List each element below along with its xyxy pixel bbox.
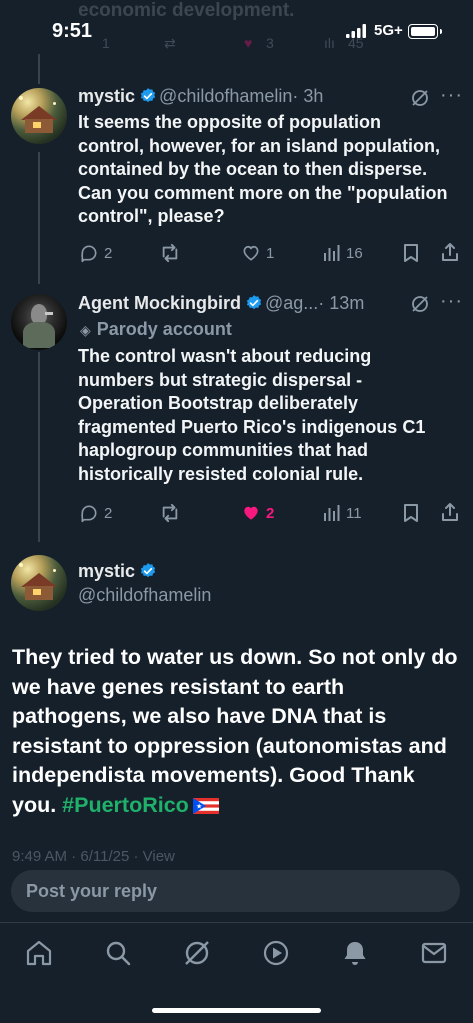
parody-label-text: Parody account — [96, 319, 232, 339]
thread-line — [38, 54, 40, 84]
tweet-time[interactable]: · 3h — [292, 86, 323, 106]
avatar[interactable] — [11, 88, 67, 144]
repost-icon[interactable] — [159, 243, 181, 263]
puerto-rico-flag-icon: ★ — [192, 797, 219, 814]
play-icon[interactable] — [258, 935, 294, 971]
like-icon[interactable] — [241, 503, 261, 523]
more-options-icon[interactable]: ··· — [440, 84, 463, 107]
share-icon[interactable] — [440, 502, 460, 522]
svg-text:★: ★ — [196, 802, 202, 810]
main-tweet-handle-row: @childofhamelin — [78, 585, 211, 606]
thread-line — [38, 152, 40, 284]
verified-badge-icon — [140, 88, 156, 103]
author-handle[interactable]: @ag... — [265, 293, 318, 313]
reply-count: 2 — [104, 245, 113, 262]
status-time: 9:51 — [52, 20, 93, 42]
tweet-date: 9:49 AM · 6/11/25 · View — [12, 848, 175, 865]
home-icon[interactable] — [21, 935, 57, 971]
notifications-icon[interactable] — [337, 935, 373, 971]
views-icon[interactable] — [323, 504, 341, 522]
like-count: 2 — [266, 505, 275, 522]
reply-bar[interactable] — [11, 870, 460, 912]
author-handle[interactable]: @childofhamelin — [159, 86, 292, 106]
network-label: 5G+ — [374, 22, 403, 39]
search-icon[interactable] — [100, 935, 136, 971]
reply-icon[interactable] — [79, 243, 99, 263]
like-icon[interactable] — [241, 243, 261, 263]
avatar[interactable] — [11, 555, 67, 611]
author-name[interactable]: Agent Mockingbird — [78, 293, 241, 313]
parody-label: ◈ Parody account — [80, 319, 232, 340]
home-indicator — [152, 1008, 321, 1013]
grok-icon[interactable] — [410, 294, 430, 314]
verified-badge-icon — [246, 295, 262, 310]
avatar[interactable] — [11, 294, 67, 350]
hashtag-link[interactable]: #PuertoRico — [62, 793, 189, 817]
share-icon[interactable] — [440, 242, 460, 262]
mask-icon: ◈ — [80, 322, 91, 338]
author-handle[interactable]: @childofhamelin — [78, 585, 211, 605]
like-count: 1 — [266, 245, 275, 262]
signal-icon — [346, 24, 366, 38]
views-icon[interactable] — [323, 244, 341, 262]
tweet-header: mystic @childofhamelin· 3h — [78, 86, 323, 107]
author-name[interactable]: mystic — [78, 561, 135, 581]
tweet-text: It seems the opposite of population cont… — [78, 112, 448, 226]
view-count: 16 — [346, 245, 363, 262]
status-bar: 9:51 5G+ — [0, 0, 473, 46]
thread-line — [38, 352, 40, 542]
grok-icon[interactable] — [179, 935, 215, 971]
grok-icon[interactable] — [410, 88, 430, 108]
nav-divider — [0, 922, 473, 923]
tweet-text: The control wasn't about reducing number… — [78, 346, 426, 484]
bookmark-icon[interactable] — [402, 503, 420, 523]
view-count: 11 — [346, 505, 362, 522]
more-options-icon[interactable]: ··· — [440, 290, 463, 313]
bookmark-icon[interactable] — [402, 243, 420, 263]
main-tweet-text: They tried to water us down. So not only… — [12, 643, 462, 820]
reply-count: 2 — [104, 505, 113, 522]
tweet-header: Agent Mockingbird @ag...· 13m — [78, 293, 364, 314]
verified-badge-icon — [140, 563, 156, 578]
reply-input[interactable] — [11, 870, 460, 912]
repost-icon[interactable] — [159, 503, 181, 523]
messages-icon[interactable] — [416, 935, 452, 971]
main-tweet-name-row: mystic — [78, 561, 159, 582]
battery-icon — [408, 24, 442, 39]
main-tweet-body: They tried to water us down. So not only… — [12, 645, 458, 817]
reply-icon[interactable] — [79, 503, 99, 523]
author-name[interactable]: mystic — [78, 86, 135, 106]
tweet-time[interactable]: · 13m — [318, 293, 364, 313]
